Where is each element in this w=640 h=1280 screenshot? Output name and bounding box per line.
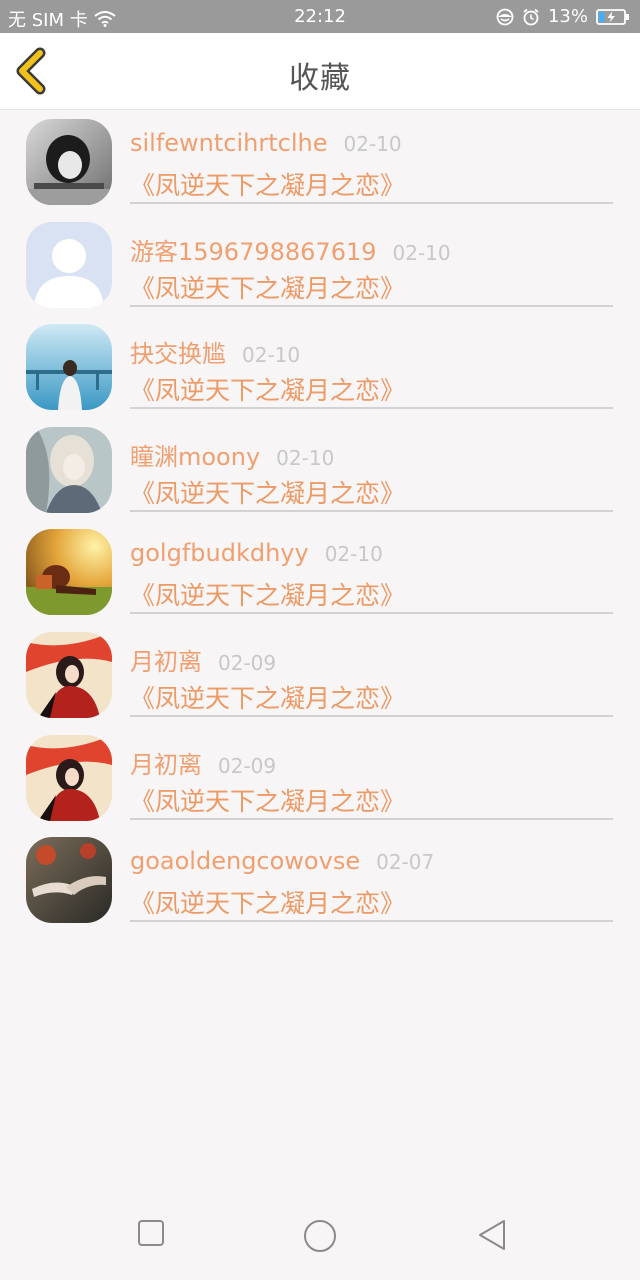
- avatar: [26, 837, 112, 924]
- list-item[interactable]: silfewntcihrtclhe 02-10 《凤逆天下之凝月之恋》: [0, 110, 640, 213]
- square-icon: [138, 1220, 164, 1246]
- recent-apps-button[interactable]: [136, 1218, 166, 1252]
- user-name: 月初离: [130, 750, 202, 779]
- user-name: golgfbudkdhyy: [130, 539, 309, 568]
- book-title: 《凤逆天下之凝月之恋》: [130, 889, 406, 919]
- list-item[interactable]: 月初离 02-09 《凤逆天下之凝月之恋》: [0, 623, 640, 726]
- item-name: goaoldengcowovse 02-07: [130, 847, 434, 875]
- divider: [130, 920, 613, 923]
- book-title: 《凤逆天下之凝月之恋》: [130, 171, 406, 200]
- book-title: 《凤逆天下之凝月之恋》: [130, 683, 406, 713]
- user-name: 游客1596798867619: [130, 237, 377, 266]
- item-date: 02-09: [218, 753, 277, 778]
- item-date: 02-07: [376, 850, 435, 875]
- avatar: [26, 221, 112, 308]
- status-right: 13%: [496, 6, 630, 27]
- user-name: 瞳渊moony: [130, 442, 261, 471]
- book-title: 《凤逆天下之凝月之恋》: [130, 273, 406, 303]
- list-item[interactable]: 抉交换尴 02-10 《凤逆天下之凝月之恋》: [0, 315, 640, 418]
- header-bar: 收藏: [0, 33, 640, 110]
- avatar: [26, 324, 112, 411]
- avatar: [26, 529, 112, 616]
- favorites-list: silfewntcihrtclhe 02-10 《凤逆天下之凝月之恋》 游客159…: [0, 110, 640, 931]
- book-title: 《凤逆天下之凝月之恋》: [130, 581, 406, 611]
- item-date: 02-10: [392, 240, 451, 265]
- user-name: goaoldengcowovse: [130, 847, 361, 876]
- divider: [130, 612, 613, 615]
- list-item[interactable]: 月初离 02-09 《凤逆天下之凝月之恋》: [0, 726, 640, 829]
- user-name: 月初离: [130, 647, 202, 676]
- favorites-screen: 无 SIM 卡 22:12 13% 收藏 silfewntcihrtclhe 0…: [0, 0, 640, 1280]
- avatar: [26, 119, 112, 205]
- item-name: 游客1596798867619 02-10: [130, 232, 451, 267]
- item-name: golgfbudkdhyy 02-10: [130, 539, 383, 567]
- list-item[interactable]: goaoldengcowovse 02-07 《凤逆天下之凝月之恋》: [0, 828, 640, 931]
- avatar: [26, 734, 112, 821]
- item-date: 02-09: [218, 650, 277, 675]
- item-name: 瞳渊moony 02-10: [130, 437, 334, 472]
- battery-label: 13%: [547, 6, 588, 27]
- divider: [130, 407, 613, 410]
- home-button[interactable]: [302, 1218, 338, 1258]
- book-title: 《凤逆天下之凝月之恋》: [130, 786, 406, 816]
- item-date: 02-10: [242, 343, 301, 368]
- book-title: 《凤逆天下之凝月之恋》: [130, 478, 406, 508]
- list-item[interactable]: 游客1596798867619 02-10 《凤逆天下之凝月之恋》: [0, 213, 640, 316]
- item-date: 02-10: [276, 445, 335, 470]
- item-name: silfewntcihrtclhe 02-10: [130, 129, 402, 157]
- divider: [130, 304, 613, 307]
- divider: [130, 817, 613, 820]
- avatar: [26, 631, 112, 718]
- item-date: 02-10: [324, 542, 383, 567]
- back-nav-button[interactable]: [476, 1218, 508, 1256]
- battery-charging-icon: [596, 8, 630, 26]
- avatar: [26, 426, 112, 513]
- triangle-back-icon: [479, 1220, 505, 1250]
- item-name: 月初离 02-09: [130, 745, 276, 780]
- page-title: 收藏: [289, 61, 351, 96]
- status-bar: 无 SIM 卡 22:12 13%: [0, 0, 640, 33]
- list-item[interactable]: 瞳渊moony 02-10 《凤逆天下之凝月之恋》: [0, 418, 640, 521]
- system-nav-bar: [0, 1196, 640, 1280]
- item-date: 02-10: [343, 132, 402, 156]
- book-title: 《凤逆天下之凝月之恋》: [130, 376, 406, 406]
- divider: [130, 202, 613, 204]
- user-name: 抉交换尴: [130, 340, 226, 369]
- user-name: silfewntcihrtclhe: [130, 129, 328, 157]
- alarm-icon: [522, 8, 540, 26]
- face-icon: [496, 8, 514, 26]
- item-name: 抉交换尴 02-10: [130, 334, 300, 369]
- list-item[interactable]: golgfbudkdhyy 02-10 《凤逆天下之凝月之恋》: [0, 520, 640, 623]
- divider: [130, 714, 613, 717]
- divider: [130, 509, 613, 512]
- item-name: 月初离 02-09: [130, 642, 276, 677]
- circle-icon: [304, 1220, 336, 1252]
